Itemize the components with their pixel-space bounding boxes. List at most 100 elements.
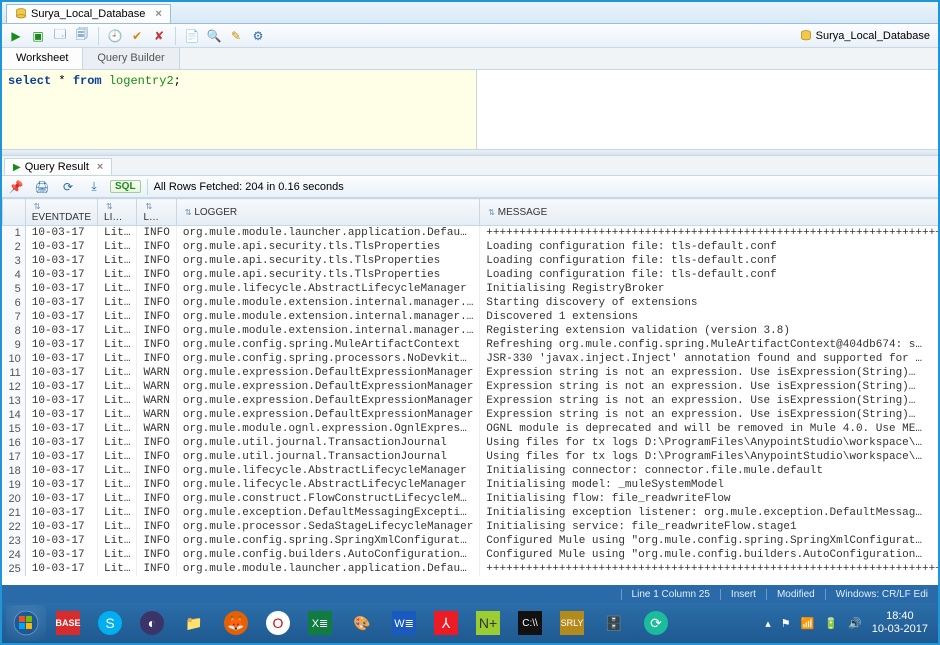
col-l[interactable]: ⇅ L… [137,199,176,226]
table-row[interactable]: 2210-03-17Lit…INFOorg.mule.processor.Sed… [3,520,939,534]
taskbar-app-word[interactable]: W≣ [384,605,424,641]
cell-logger: org.mule.api.security.tls.TlsProperties [176,254,479,268]
settings-button[interactable]: ⚙ [248,26,268,46]
table-row[interactable]: 1510-03-17Lit…WARNorg.mule.module.ognl.e… [3,422,939,436]
table-row[interactable]: 2310-03-17Lit…INFOorg.mule.config.spring… [3,534,939,548]
start-button[interactable] [6,605,46,641]
table-row[interactable]: 1010-03-17Lit…INFOorg.mule.config.spring… [3,352,939,366]
tab-query-result[interactable]: ▶ Query Result × [4,158,112,175]
cell-li: Lit… [98,422,137,436]
cell-message: Expression string is not an expression. … [480,394,938,408]
tray-flag-icon[interactable]: ⚑ [781,617,791,630]
taskbar-app-paint[interactable]: 🎨 [342,605,382,641]
sql-history-button[interactable]: 🕘 [105,26,125,46]
commit-button[interactable]: ✔ [127,26,147,46]
taskbar-app-sync[interactable]: ⟳ [636,605,676,641]
connection-dropdown[interactable]: Surya_Local_Database [816,30,930,42]
col-message[interactable]: ⇅ MESSAGE [480,199,938,226]
result-grid-scroll[interactable]: ⇅ EVENTDATE ⇅ LI… ⇅ L… ⇅ LOGGER ⇅ MESSAG… [2,198,938,585]
autotrace-button[interactable]: 🗐 [72,26,92,46]
cell-logger: org.mule.config.spring.SpringXmlConfigur… [176,534,479,548]
table-row[interactable]: 1710-03-17Lit…INFOorg.mule.util.journal.… [3,450,939,464]
tray-clock[interactable]: 18:40 10-03-2017 [872,610,928,636]
tray-up-icon[interactable]: ▴ [765,617,771,630]
table-row[interactable]: 1310-03-17Lit…WARNorg.mule.expression.De… [3,394,939,408]
taskbar-app-base[interactable]: BASE [48,605,88,641]
table-row[interactable]: 1610-03-17Lit…INFOorg.mule.util.journal.… [3,436,939,450]
col-logger[interactable]: ⇅ LOGGER [176,199,479,226]
connection-tab[interactable]: Surya_Local_Database × [6,4,171,23]
find-button[interactable]: 🔍 [204,26,224,46]
table-row[interactable]: 510-03-17Lit…INFOorg.mule.lifecycle.Abst… [3,282,939,296]
table-row[interactable]: 910-03-17Lit…INFOorg.mule.config.spring.… [3,338,939,352]
cell-message: Using files for tx logs D:\ProgramFiles\… [480,436,938,450]
table-row[interactable]: 1910-03-17Lit…INFOorg.mule.lifecycle.Abs… [3,478,939,492]
table-row[interactable]: 1210-03-17Lit…WARNorg.mule.expression.De… [3,380,939,394]
cell-logger: org.mule.processor.SedaStageLifecycleMan… [176,520,479,534]
taskbar-app-firefox[interactable]: 🦊 [216,605,256,641]
table-row[interactable]: 2510-03-17Lit…INFOorg.mule.module.launch… [3,562,939,576]
cell-level: INFO [137,548,176,562]
col-rownum[interactable] [3,199,26,226]
sql-toolbar: ▶ ▣ 🗔 🗐 🕘 ✔ ✘ 📄 🔍 ✎ ⚙ Surya_Local_Databa… [2,24,938,48]
table-row[interactable]: 110-03-17Lit…INFOorg.mule.module.launche… [3,226,939,241]
print-button[interactable]: 🖨 [32,177,52,197]
sql-editor[interactable]: select * from logentry2; [2,70,477,149]
run-statement-button[interactable]: ▶ [6,26,26,46]
table-row[interactable]: 410-03-17Lit…INFOorg.mule.api.security.t… [3,268,939,282]
tab-query-builder[interactable]: Query Builder [83,48,179,69]
cell-level: INFO [137,492,176,506]
close-icon[interactable]: × [97,161,103,173]
col-eventdate[interactable]: ⇅ EVENTDATE [25,199,97,226]
taskbar-app-eclipse[interactable]: ◐ [132,605,172,641]
table-row[interactable]: 1410-03-17Lit…WARNorg.mule.expression.De… [3,408,939,422]
table-row[interactable]: 710-03-17Lit…INFOorg.mule.module.extensi… [3,310,939,324]
sql-button[interactable]: SQL [110,180,141,193]
table-row[interactable]: 310-03-17Lit…INFOorg.mule.api.security.t… [3,254,939,268]
taskbar-app-sqldeveloper[interactable]: 🗄️ [594,605,634,641]
taskbar-app-db[interactable]: SRLY [552,605,592,641]
table-row[interactable]: 810-03-17Lit…INFOorg.mule.module.extensi… [3,324,939,338]
table-row[interactable]: 610-03-17Lit…INFOorg.mule.module.extensi… [3,296,939,310]
table-row[interactable]: 2110-03-17Lit…INFOorg.mule.exception.Def… [3,506,939,520]
run-script-button[interactable]: ▣ [28,26,48,46]
cell-message: Initialising model: _muleSystemModel [480,478,938,492]
close-icon[interactable]: × [155,8,161,20]
taskbar-app-excel[interactable]: X≣ [300,605,340,641]
export-button[interactable]: ⤓ [84,177,104,197]
cell-eventdate: 10-03-17 [25,310,97,324]
cell-level: INFO [137,310,176,324]
explain-plan-button[interactable]: 🗔 [50,26,70,46]
table-row[interactable]: 210-03-17Lit…INFOorg.mule.api.security.t… [3,240,939,254]
taskbar-app-cmd[interactable]: C:\\ [510,605,550,641]
pin-button[interactable]: 📌 [6,177,26,197]
table-row[interactable]: 1110-03-17Lit…WARNorg.mule.expression.De… [3,366,939,380]
cell-rownum: 7 [3,310,26,324]
refresh-button[interactable]: ⟳ [58,177,78,197]
table-row[interactable]: 2410-03-17Lit…INFOorg.mule.config.builde… [3,548,939,562]
tab-worksheet[interactable]: Worksheet [2,48,83,69]
taskbar-app-acrobat[interactable]: ⅄ [426,605,466,641]
col-li[interactable]: ⇅ LI… [98,199,137,226]
unshared-worksheet-button[interactable]: 📄 [182,26,202,46]
table-row[interactable]: 2010-03-17Lit…INFOorg.mule.construct.Flo… [3,492,939,506]
table-row[interactable]: 1810-03-17Lit…INFOorg.mule.lifecycle.Abs… [3,464,939,478]
cell-level: INFO [137,534,176,548]
system-tray[interactable]: ▴ ⚑ 📶 🔋 🔊 18:40 10-03-2017 [765,610,934,636]
cell-eventdate: 10-03-17 [25,422,97,436]
clear-button[interactable]: ✎ [226,26,246,46]
taskbar-app-notepadpp[interactable]: N+ [468,605,508,641]
cell-logger: org.mule.lifecycle.AbstractLifecycleMana… [176,478,479,492]
status-bar: Line 1 Column 25 Insert Modified Windows… [2,585,938,603]
taskbar-app-skype[interactable]: S [90,605,130,641]
cell-level: INFO [137,338,176,352]
database-icon [15,8,27,20]
taskbar-app-explorer[interactable]: 📁 [174,605,214,641]
cell-level: INFO [137,436,176,450]
rollback-button[interactable]: ✘ [149,26,169,46]
tray-network-icon[interactable]: 📶 [801,617,815,630]
tray-battery-icon[interactable]: 🔋 [824,617,838,630]
taskbar-app-opera[interactable]: O [258,605,298,641]
tray-volume-icon[interactable]: 🔊 [848,617,862,630]
cell-rownum: 2 [3,240,26,254]
